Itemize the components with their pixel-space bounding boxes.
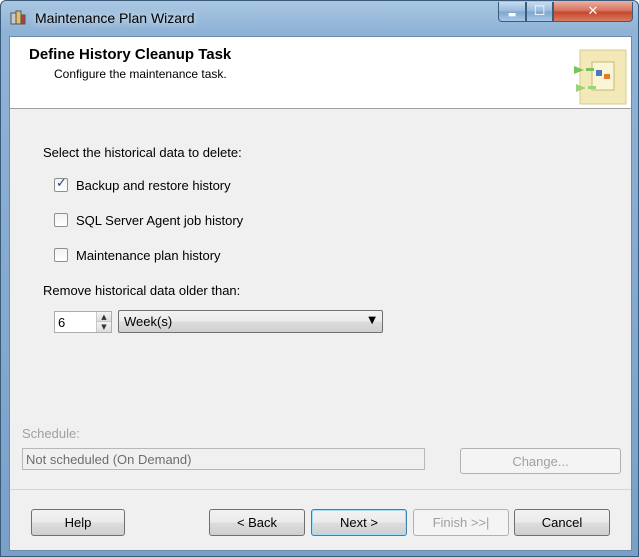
unit-dropdown[interactable]: Week(s) ▼: [118, 310, 383, 333]
change-schedule-button[interactable]: Change...: [460, 448, 621, 474]
page-subtitle: Configure the maintenance task.: [54, 67, 227, 81]
window-title: Maintenance Plan Wizard: [35, 10, 195, 26]
spinner-buttons: ▲ ▼: [96, 312, 111, 332]
next-button[interactable]: Next >: [311, 509, 407, 536]
back-button[interactable]: < Back: [209, 509, 305, 536]
page-title: Define History Cleanup Task: [29, 46, 232, 63]
schedule-value: Not scheduled (On Demand): [26, 452, 192, 467]
agent-job-history-checkbox[interactable]: [54, 213, 68, 227]
unit-value: Week(s): [124, 314, 173, 329]
checkmark-icon: ✓: [56, 176, 67, 191]
close-button[interactable]: ✕: [553, 2, 633, 22]
backup-restore-label[interactable]: Backup and restore history: [76, 178, 231, 193]
agent-job-history-label[interactable]: SQL Server Agent job history: [76, 213, 243, 228]
footer-divider: [10, 489, 631, 490]
app-icon: [10, 10, 26, 25]
wizard-client-area: Define History Cleanup Task Configure th…: [9, 36, 632, 551]
maximize-button[interactable]: ☐: [526, 2, 553, 22]
finish-button[interactable]: Finish >>|: [413, 509, 509, 536]
backup-restore-checkbox[interactable]: ✓: [54, 176, 68, 192]
maintenance-plan-history-label[interactable]: Maintenance plan history: [76, 248, 221, 263]
select-data-label: Select the historical data to delete:: [43, 145, 242, 160]
remove-older-label: Remove historical data older than:: [43, 283, 241, 298]
help-button[interactable]: Help: [31, 509, 125, 536]
age-value[interactable]: 6: [58, 315, 65, 330]
minimize-icon: ▬: [507, 9, 517, 20]
wizard-graphic-icon: [574, 49, 627, 105]
title-bar[interactable]: Maintenance Plan Wizard ▬ ☐ ✕: [1, 1, 638, 36]
spin-down-icon[interactable]: ▼: [97, 322, 111, 332]
wizard-header: Define History Cleanup Task Configure th…: [10, 37, 631, 109]
cancel-button[interactable]: Cancel: [514, 509, 610, 536]
maintenance-plan-history-checkbox[interactable]: [54, 248, 68, 262]
close-icon: ✕: [587, 4, 599, 19]
spin-up-icon[interactable]: ▲: [97, 312, 111, 322]
minimize-button[interactable]: ▬: [498, 2, 526, 22]
age-spinner[interactable]: 6 ▲ ▼: [54, 311, 112, 333]
schedule-label: Schedule:: [22, 426, 80, 441]
wizard-window: Maintenance Plan Wizard ▬ ☐ ✕ Define His…: [0, 0, 639, 557]
schedule-field: Not scheduled (On Demand): [22, 448, 425, 470]
maximize-icon: ☐: [533, 4, 546, 19]
dropdown-arrow-icon: ▼: [368, 315, 376, 326]
